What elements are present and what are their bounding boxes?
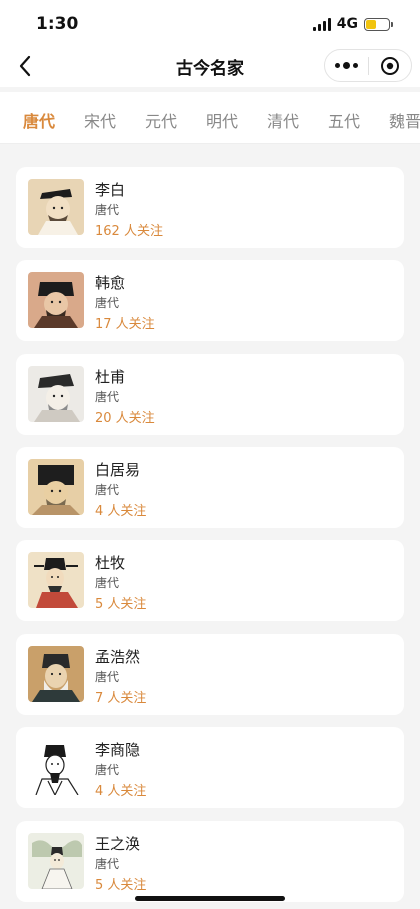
close-button[interactable] [369,50,411,81]
poet-card-bai-juyi[interactable]: 白居易 唐代 4 人关注 [16,447,404,528]
status-bar: 1:30 4G [0,0,420,50]
tab-yuan[interactable]: 元代 [145,108,177,132]
poet-dynasty: 唐代 [95,483,120,497]
nav-bar: 古今名家 [0,45,420,87]
more-button[interactable] [325,50,368,81]
poet-portrait [28,366,84,422]
poet-name: 李商隐 [95,741,141,759]
poet-dynasty: 唐代 [95,390,120,404]
more-dot-icon [343,62,350,69]
tab-qing[interactable]: 清代 [267,108,299,132]
poet-followers: 4 人关注 [95,784,147,799]
target-close-icon [380,56,399,75]
home-indicator [135,896,285,901]
tab-song[interactable]: 宋代 [84,108,116,132]
poet-followers: 20 人关注 [95,411,155,426]
more-dot-icon [353,63,358,68]
tab-ming[interactable]: 明代 [206,108,238,132]
poet-followers: 7 人关注 [95,691,147,706]
status-time: 1:30 [36,14,79,34]
poet-name: 孟浩然 [95,648,141,666]
poet-dynasty: 唐代 [95,763,120,777]
poet-dynasty: 唐代 [95,576,120,590]
poet-name: 杜甫 [95,368,126,386]
poet-followers: 17 人关注 [95,317,155,332]
poet-name: 白居易 [95,461,141,479]
poet-portrait [28,646,84,702]
poet-dynasty: 唐代 [95,203,120,217]
poet-portrait [28,272,84,328]
poet-portrait [28,552,84,608]
poet-name: 杜牧 [95,554,126,572]
poet-card-li-shangyin[interactable]: 李商隐 唐代 4 人关注 [16,727,404,808]
tab-wudai[interactable]: 五代 [328,108,360,132]
poet-card-li-bai[interactable]: 李白 唐代 162 人关注 [16,167,404,248]
mini-program-capsule [324,49,412,82]
poet-card-han-yu[interactable]: 韩愈 唐代 17 人关注 [16,260,404,341]
poet-portrait [28,179,84,235]
status-indicators: 4G [312,16,393,32]
poet-portrait [28,459,84,515]
poet-name: 王之涣 [95,835,141,853]
poet-followers: 5 人关注 [95,597,147,612]
poet-followers: 4 人关注 [95,504,147,519]
network-type: 4G [336,16,358,32]
tab-weijin[interactable]: 魏晋 [389,108,420,132]
poet-dynasty: 唐代 [95,670,120,684]
more-dot-icon [335,63,340,68]
poet-name: 李白 [95,181,126,199]
tab-tang[interactable]: 唐代 [23,108,55,132]
poet-followers: 5 人关注 [95,878,147,893]
poet-dynasty: 唐代 [95,857,120,871]
battery-icon [364,17,393,31]
poet-portrait [28,739,84,795]
poet-name: 韩愈 [95,274,126,292]
poet-followers: 162 人关注 [95,224,163,239]
poet-portrait [28,833,84,889]
dynasty-tabs: 唐代 宋代 元代 明代 清代 五代 魏晋 [0,92,420,144]
poet-dynasty: 唐代 [95,296,120,310]
poet-card-wang-zhihuan[interactable]: 王之涣 唐代 5 人关注 [16,821,404,902]
poet-card-meng-haoran[interactable]: 孟浩然 唐代 7 人关注 [16,634,404,715]
signal-icon [312,17,331,31]
poet-card-du-fu[interactable]: 杜甫 唐代 20 人关注 [16,354,404,435]
poet-card-du-mu[interactable]: 杜牧 唐代 5 人关注 [16,540,404,621]
